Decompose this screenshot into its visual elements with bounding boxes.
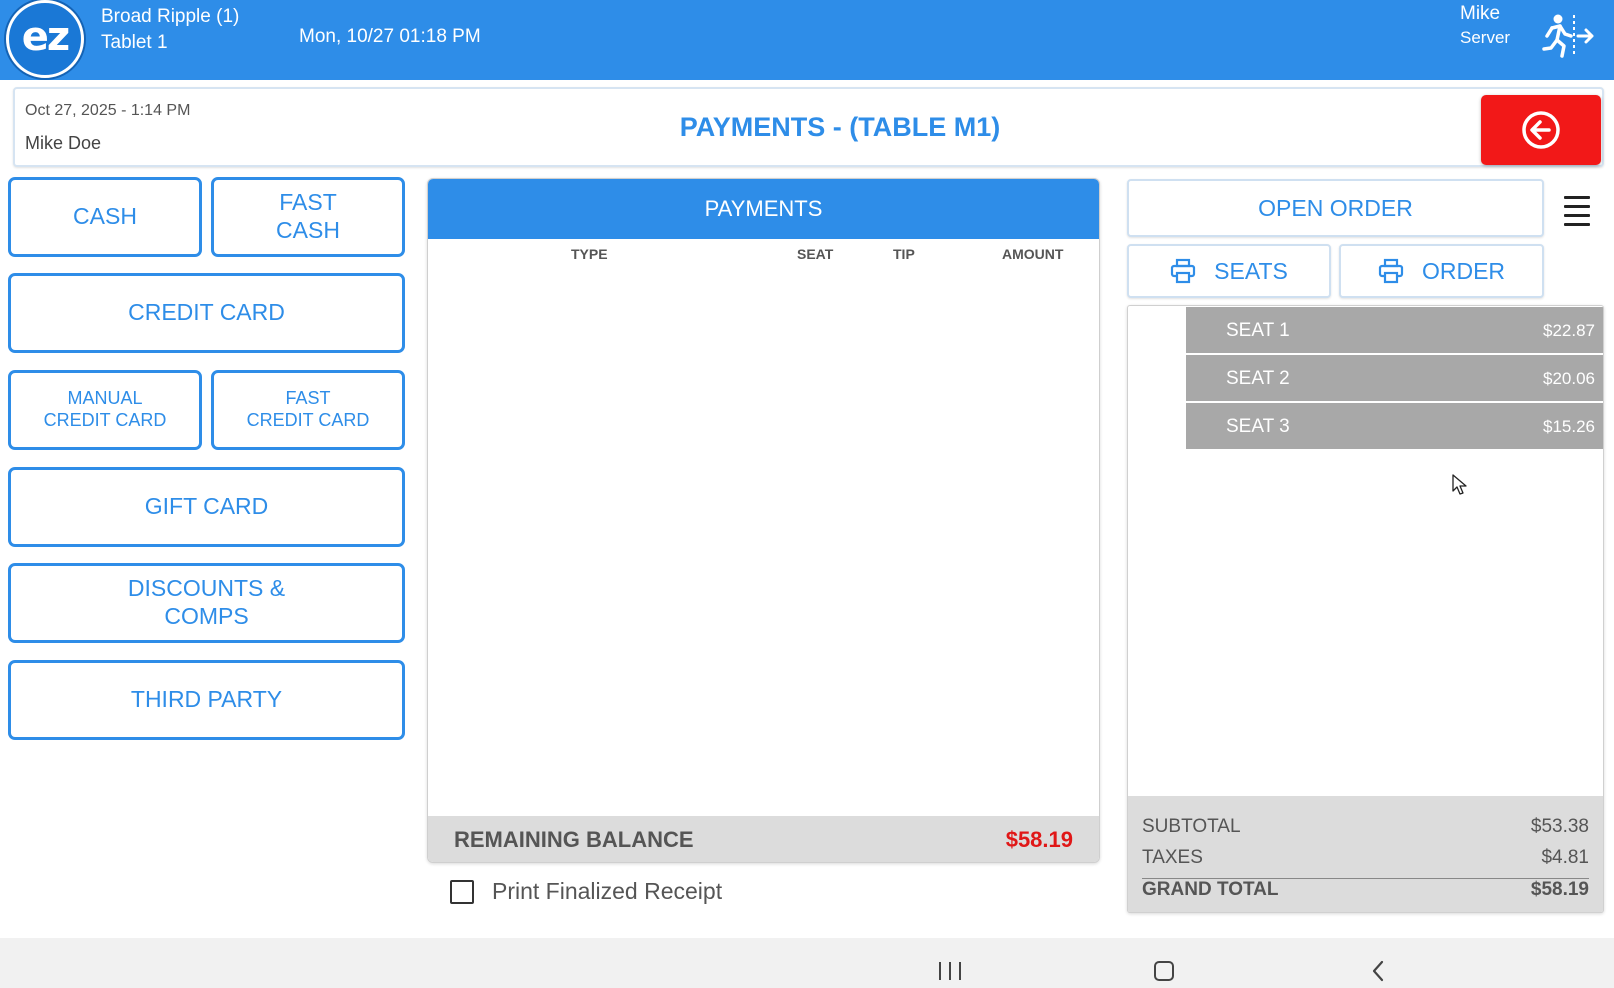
user-name: Mike <box>1460 3 1501 24</box>
remaining-balance-bar: REMAINING BALANCE $58.19 <box>428 816 1099 862</box>
seat-totals-panel: SEAT 1 $22.87 SEAT 2 $20.06 SEAT 3 $15.2… <box>1127 305 1604 913</box>
back-chevron-icon[interactable] <box>1370 959 1386 983</box>
logo-text: ez <box>21 14 70 60</box>
user-role: Server <box>1460 28 1511 47</box>
seat-amount: $15.26 <box>1543 417 1595 436</box>
seat-row[interactable]: SEAT 1 $22.87 <box>1186 307 1603 353</box>
discounts-comps-button[interactable]: DISCOUNTS & COMPS <box>8 563 405 643</box>
column-amount: AMOUNT <box>1002 246 1064 262</box>
seat-row[interactable]: SEAT 2 $20.06 <box>1186 355 1603 401</box>
credit-card-button[interactable]: CREDIT CARD <box>8 273 405 353</box>
open-order-button[interactable]: OPEN ORDER <box>1127 179 1544 237</box>
mouse-cursor-icon <box>1452 474 1467 495</box>
cash-button[interactable]: CASH <box>8 177 202 257</box>
payments-panel: PAYMENTS TYPE SEAT TIP AMOUNT REMAINING … <box>427 178 1100 863</box>
home-icon[interactable] <box>1154 961 1174 981</box>
logout-person-icon[interactable] <box>1538 12 1594 60</box>
back-arrow-circle-icon <box>1522 111 1560 149</box>
grand-total-value: $58.19 <box>1530 879 1589 900</box>
payments-heading: PAYMENTS <box>428 179 1099 239</box>
order-user: Mike Doe <box>25 133 102 153</box>
device-name: Tablet 1 <box>101 32 168 53</box>
seat-label: SEAT 3 <box>1226 416 1290 437</box>
print-receipt-option[interactable]: Print Finalized Receipt <box>450 878 722 905</box>
print-receipt-label: Print Finalized Receipt <box>492 878 723 904</box>
print-receipt-checkbox[interactable] <box>450 879 474 904</box>
grand-total-label: GRAND TOTAL <box>1142 879 1279 900</box>
column-tip: TIP <box>893 246 915 262</box>
remaining-balance-value: $58.19 <box>1005 827 1073 852</box>
gift-card-button[interactable]: GIFT CARD <box>8 467 405 547</box>
print-order-label: ORDER <box>1421 257 1506 284</box>
page-title: PAYMENTS - (TABLE M1) <box>679 112 1001 142</box>
recent-apps-icon[interactable] <box>939 962 961 980</box>
android-nav-bar <box>0 938 1614 988</box>
back-button[interactable] <box>1481 95 1601 165</box>
current-datetime: Mon, 10/27 01:18 PM <box>299 26 481 47</box>
location-name: Broad Ripple (1) <box>101 6 240 27</box>
ez-logo: ez <box>6 0 84 78</box>
subtotal-label: SUBTOTAL <box>1142 816 1241 837</box>
seat-amount: $20.06 <box>1543 369 1595 388</box>
column-seat: SEAT <box>797 246 834 262</box>
order-totals: SUBTOTAL $53.38 TAXES $4.81 GRAND TOTAL … <box>1128 796 1603 912</box>
seat-label: SEAT 1 <box>1226 320 1290 341</box>
print-order-button[interactable]: ORDER <box>1339 244 1544 298</box>
fast-credit-card-button[interactable]: FAST CREDIT CARD <box>211 370 405 450</box>
taxes-label: TAXES <box>1142 847 1203 868</box>
printer-icon <box>1171 258 1196 284</box>
taxes-value: $4.81 <box>1541 847 1589 868</box>
third-party-button[interactable]: THIRD PARTY <box>8 660 405 740</box>
seat-row[interactable]: SEAT 3 $15.26 <box>1186 403 1603 449</box>
open-order-label: OPEN ORDER <box>1258 194 1413 221</box>
remaining-balance-label: REMAINING BALANCE <box>454 827 694 852</box>
subtotal-value: $53.38 <box>1530 816 1589 837</box>
print-seats-button[interactable]: SEATS <box>1127 244 1331 298</box>
printer-icon <box>1378 258 1404 284</box>
order-datetime: Oct 27, 2025 - 1:14 PM <box>25 102 191 119</box>
fast-cash-button[interactable]: FAST CASH <box>211 177 405 257</box>
seat-label: SEAT 2 <box>1226 368 1290 389</box>
seat-amount: $22.87 <box>1543 321 1595 340</box>
hamburger-menu-icon[interactable] <box>1564 196 1590 226</box>
print-seats-label: SEATS <box>1214 257 1288 284</box>
column-type: TYPE <box>571 246 608 262</box>
top-bar: ez Broad Ripple (1) Tablet 1 Mon, 10/27 … <box>0 0 1614 80</box>
manual-credit-card-button[interactable]: MANUAL CREDIT CARD <box>8 370 202 450</box>
